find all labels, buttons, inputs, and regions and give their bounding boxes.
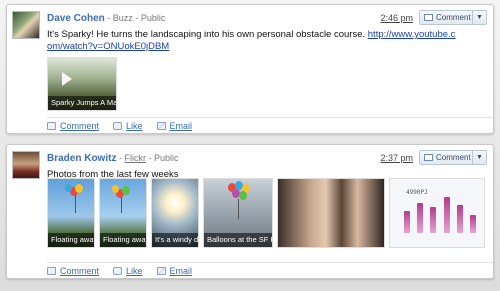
thumbnail-caption: Balloons at the SF Ferr [204,233,272,247]
chart-bars [404,183,476,233]
like-icon [113,266,123,275]
thumbnail-caption: Sparky Jumps A Massi [48,96,116,110]
post-meta: - Buzz - Public [104,13,166,23]
post-actions: Comment Like Email [47,117,493,133]
thumbnail-caption: Floating away [100,233,146,247]
comment-button[interactable]: Comment ▼ [419,10,487,25]
email-icon [156,266,166,275]
post-visibility: Public [140,13,166,23]
play-icon [62,72,72,86]
activity-stream: Dave Cohen - Buzz - Public 2:46 pm Comme… [6,4,494,279]
like-icon [113,121,123,130]
post-card: Dave Cohen - Buzz - Public 2:46 pm Comme… [6,4,494,134]
video-thumbnail[interactable]: Sparky Jumps A Massi [47,57,117,111]
avatar[interactable] [12,11,40,39]
post-header: Dave Cohen - Buzz - Public 2:46 pm Comme… [47,10,487,27]
thumbnail-caption: Floating away [48,233,94,247]
post-source[interactable]: Flickr [124,153,146,163]
post-actions: Comment Like Email [47,262,493,278]
post-visibility: Public [153,153,179,163]
photo-thumbnail[interactable]: It's a windy day [151,178,199,248]
photo-thumbnail[interactable]: Floating away [47,178,95,248]
comment-action[interactable]: Comment [47,266,99,276]
author-name[interactable]: Dave Cohen [47,13,105,24]
post-header: Braden Kowitz - Flickr - Public 2:37 pm … [47,150,487,167]
post-text: It's Sparky! He turns the landscaping in… [47,29,456,52]
like-action[interactable]: Like [113,121,143,131]
comment-button[interactable]: Comment ▼ [419,150,487,165]
email-action[interactable]: Email [156,266,192,276]
comment-button-label: Comment [436,13,471,22]
photo-thumbnail[interactable]: Floating away [99,178,147,248]
email-action[interactable]: Email [156,121,192,131]
photo-thumbnail[interactable]: 4990PJ [389,178,485,248]
photo-thumbnail[interactable] [277,178,385,248]
photo-thumbnail[interactable]: Balloons at the SF Ferr [203,178,273,248]
comment-icon [424,154,433,161]
chevron-down-icon[interactable]: ▼ [472,151,486,164]
comment-icon [424,14,433,21]
post-source: Buzz [112,13,133,23]
thumbnail-caption: It's a windy day [152,233,198,247]
post-meta: - Flickr - Public [116,153,179,163]
comment-icon [47,266,56,275]
comment-action[interactable]: Comment [47,121,99,131]
author-name[interactable]: Braden Kowitz [47,153,116,164]
like-action[interactable]: Like [113,266,143,276]
avatar[interactable] [12,151,40,179]
post-timestamp[interactable]: 2:37 pm [380,153,413,163]
comment-button-label: Comment [436,153,471,162]
post-card: Braden Kowitz - Flickr - Public 2:37 pm … [6,144,494,279]
post-timestamp[interactable]: 2:46 pm [380,13,413,23]
chevron-down-icon[interactable]: ▼ [472,11,486,24]
comment-icon [47,121,56,130]
email-icon [156,121,166,130]
